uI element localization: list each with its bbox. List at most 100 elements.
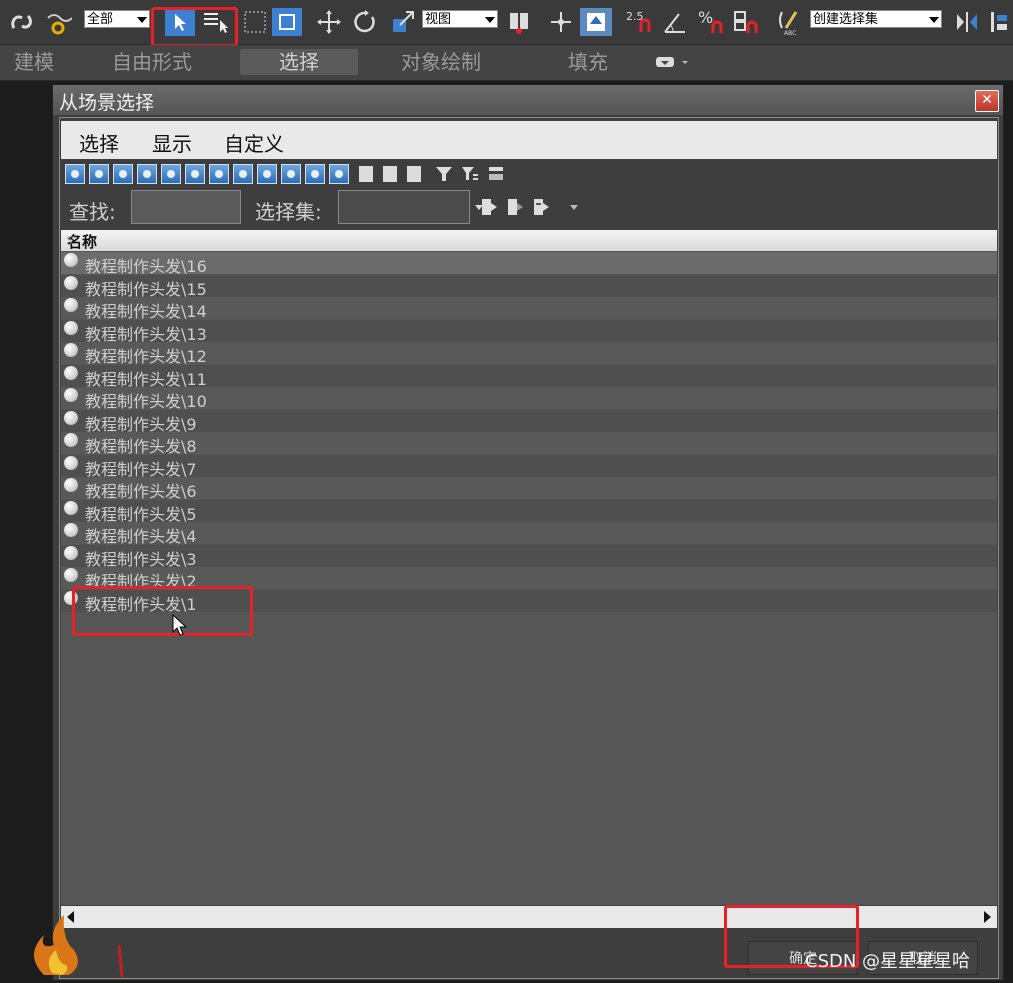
scroll-right-icon[interactable] <box>984 911 991 923</box>
edit-named-selection-icon[interactable]: ABC <box>774 6 804 38</box>
menu-display[interactable]: 显示 <box>152 128 192 157</box>
angle-snap-icon[interactable] <box>660 6 690 38</box>
display-helpers-icon[interactable] <box>161 164 181 184</box>
tab-object-paint[interactable]: 对象绘制 <box>401 49 481 75</box>
tab-populate[interactable]: 填充 <box>568 49 608 75</box>
list-item-name: 教程制作头发\6 <box>85 482 197 501</box>
close-button[interactable]: ✕ <box>975 90 999 112</box>
ribbon-tabs: 建模 自由形式 选择 对象绘制 填充 <box>0 45 1013 81</box>
mouse-cursor-icon <box>172 613 190 642</box>
list-item[interactable]: 教程制作头发\8 <box>61 432 997 456</box>
collapse-icon[interactable] <box>485 163 507 185</box>
dialog-titlebar[interactable]: 从场景选择 ✕ <box>53 85 1003 115</box>
select-by-name-icon[interactable] <box>200 6 232 38</box>
dialog-content-frame: 选择 显示 自定义 查找: 选择集: 名称 ▽ 教程制作头发\16 教程制作头发… <box>59 117 999 979</box>
object-bullet-icon <box>64 478 78 492</box>
select-all-icon[interactable] <box>359 166 373 182</box>
list-item[interactable]: 教程制作头发\15 <box>61 274 997 299</box>
list-item[interactable]: 教程制作头发\10 <box>61 387 997 411</box>
display-cameras-icon[interactable] <box>137 164 157 184</box>
rotate-icon[interactable] <box>350 6 380 38</box>
display-frozen-icon[interactable] <box>305 164 325 184</box>
list-item[interactable]: 教程制作头发\3 <box>61 544 997 569</box>
add-to-set-icon[interactable] <box>478 194 500 220</box>
list-item[interactable]: 教程制作头发\2 <box>61 567 997 591</box>
sort-icon: ▽ <box>67 235 75 246</box>
named-selection-set-dropdown[interactable]: 创建选择集 <box>810 10 942 28</box>
flame-logo-icon <box>14 905 124 983</box>
manipulate-icon[interactable] <box>546 6 576 38</box>
spinner-snap-icon[interactable] <box>730 6 760 38</box>
select-set-members-icon[interactable] <box>530 194 552 220</box>
display-containers-icon[interactable] <box>281 164 301 184</box>
selection-filter-dropdown[interactable]: 全部 <box>84 10 150 28</box>
list-item[interactable]: 教程制作头发\7 <box>61 454 997 479</box>
object-bullet-icon <box>64 275 78 290</box>
menu-select[interactable]: 选择 <box>79 128 119 157</box>
display-groups-icon[interactable] <box>209 164 229 184</box>
menu-customize[interactable]: 自定义 <box>224 128 284 157</box>
object-bullet-icon <box>64 388 78 402</box>
selection-set-label: 选择集: <box>255 200 322 224</box>
move-icon[interactable] <box>314 6 344 38</box>
ribbon-options-icon[interactable] <box>652 49 692 75</box>
display-bones-icon[interactable] <box>257 164 277 184</box>
tab-freeform[interactable]: 自由形式 <box>112 49 192 75</box>
list-item[interactable]: 教程制作头发\13 <box>61 319 997 344</box>
window-crossing-icon[interactable] <box>272 8 302 36</box>
display-xrefs-icon[interactable] <box>233 164 253 184</box>
object-bullet-icon <box>64 365 78 380</box>
list-item-name: 教程制作头发\9 <box>85 414 197 434</box>
display-geometry-icon[interactable] <box>65 164 85 184</box>
tab-modeling[interactable]: 建模 <box>14 49 54 75</box>
list-item[interactable]: 教程制作头发\9 <box>61 409 997 434</box>
selection-set-dropdown[interactable] <box>338 190 483 224</box>
mirror-icon[interactable] <box>952 6 982 38</box>
align-icon[interactable] <box>986 6 1012 38</box>
list-item[interactable]: 教程制作头发\5 <box>61 499 997 524</box>
display-hidden-icon[interactable] <box>329 164 349 184</box>
dialog-title: 从场景选择 <box>59 92 155 114</box>
list-item[interactable]: 教程制作头发\12 <box>61 342 997 366</box>
options-dropdown-icon[interactable] <box>567 200 581 214</box>
remove-from-set-icon[interactable] <box>504 194 526 220</box>
display-lights-icon[interactable] <box>113 164 133 184</box>
pivot-center-icon[interactable] <box>504 6 534 38</box>
list-item[interactable]: 教程制作头发\16 <box>61 252 997 276</box>
tab-selection[interactable]: 选择 <box>240 49 358 75</box>
keyboard-shortcut-override-icon[interactable] <box>580 8 612 36</box>
select-none-icon[interactable] <box>383 166 397 182</box>
list-item[interactable]: 教程制作头发\6 <box>61 477 997 501</box>
select-invert-icon[interactable] <box>407 166 421 182</box>
link-icon[interactable] <box>6 6 38 38</box>
horizontal-scrollbar[interactable] <box>61 906 997 928</box>
watermark-text: CSDN @星星星星哈 <box>805 951 971 972</box>
rectangle-region-icon[interactable] <box>240 6 270 38</box>
scale-icon[interactable] <box>388 6 418 38</box>
filter-toolbar <box>61 161 997 187</box>
list-item-name: 教程制作头发\13 <box>85 324 207 344</box>
find-input[interactable] <box>131 190 241 224</box>
list-item[interactable]: 教程制作头发\4 <box>61 522 997 546</box>
percent-snap-icon[interactable]: % <box>696 6 726 38</box>
list-item-name: 教程制作头发\3 <box>85 549 197 569</box>
display-spacewarps-icon[interactable] <box>185 164 205 184</box>
reference-coord-dropdown[interactable]: 视图 <box>422 10 498 28</box>
list-item[interactable]: 教程制作头发\11 <box>61 364 997 389</box>
bind-space-warp-icon[interactable] <box>42 6 74 38</box>
name-column-header[interactable]: 名称 ▽ <box>61 230 997 251</box>
snaps-toggle-icon[interactable]: 2.5 <box>624 6 654 38</box>
select-object-icon[interactable] <box>165 8 195 36</box>
list-item-name: 教程制作头发\12 <box>85 347 207 366</box>
object-bullet-icon <box>64 568 78 582</box>
filter-icon[interactable] <box>433 163 455 185</box>
filter-options-icon[interactable] <box>459 163 481 185</box>
object-bullet-icon <box>64 523 78 537</box>
list-item[interactable]: 教程制作头发\14 <box>61 297 997 321</box>
object-bullet-icon <box>64 253 78 267</box>
list-item-name: 教程制作头发\11 <box>85 369 207 389</box>
select-from-scene-dialog: 从场景选择 ✕ 选择 显示 自定义 查找: 选择集: 名称 ▽ 教程制作头发\1… <box>52 84 1004 981</box>
display-shapes-icon[interactable] <box>89 164 109 184</box>
object-bullet-icon <box>64 455 78 470</box>
list-item[interactable]: 教程制作头发\1 <box>61 589 997 614</box>
